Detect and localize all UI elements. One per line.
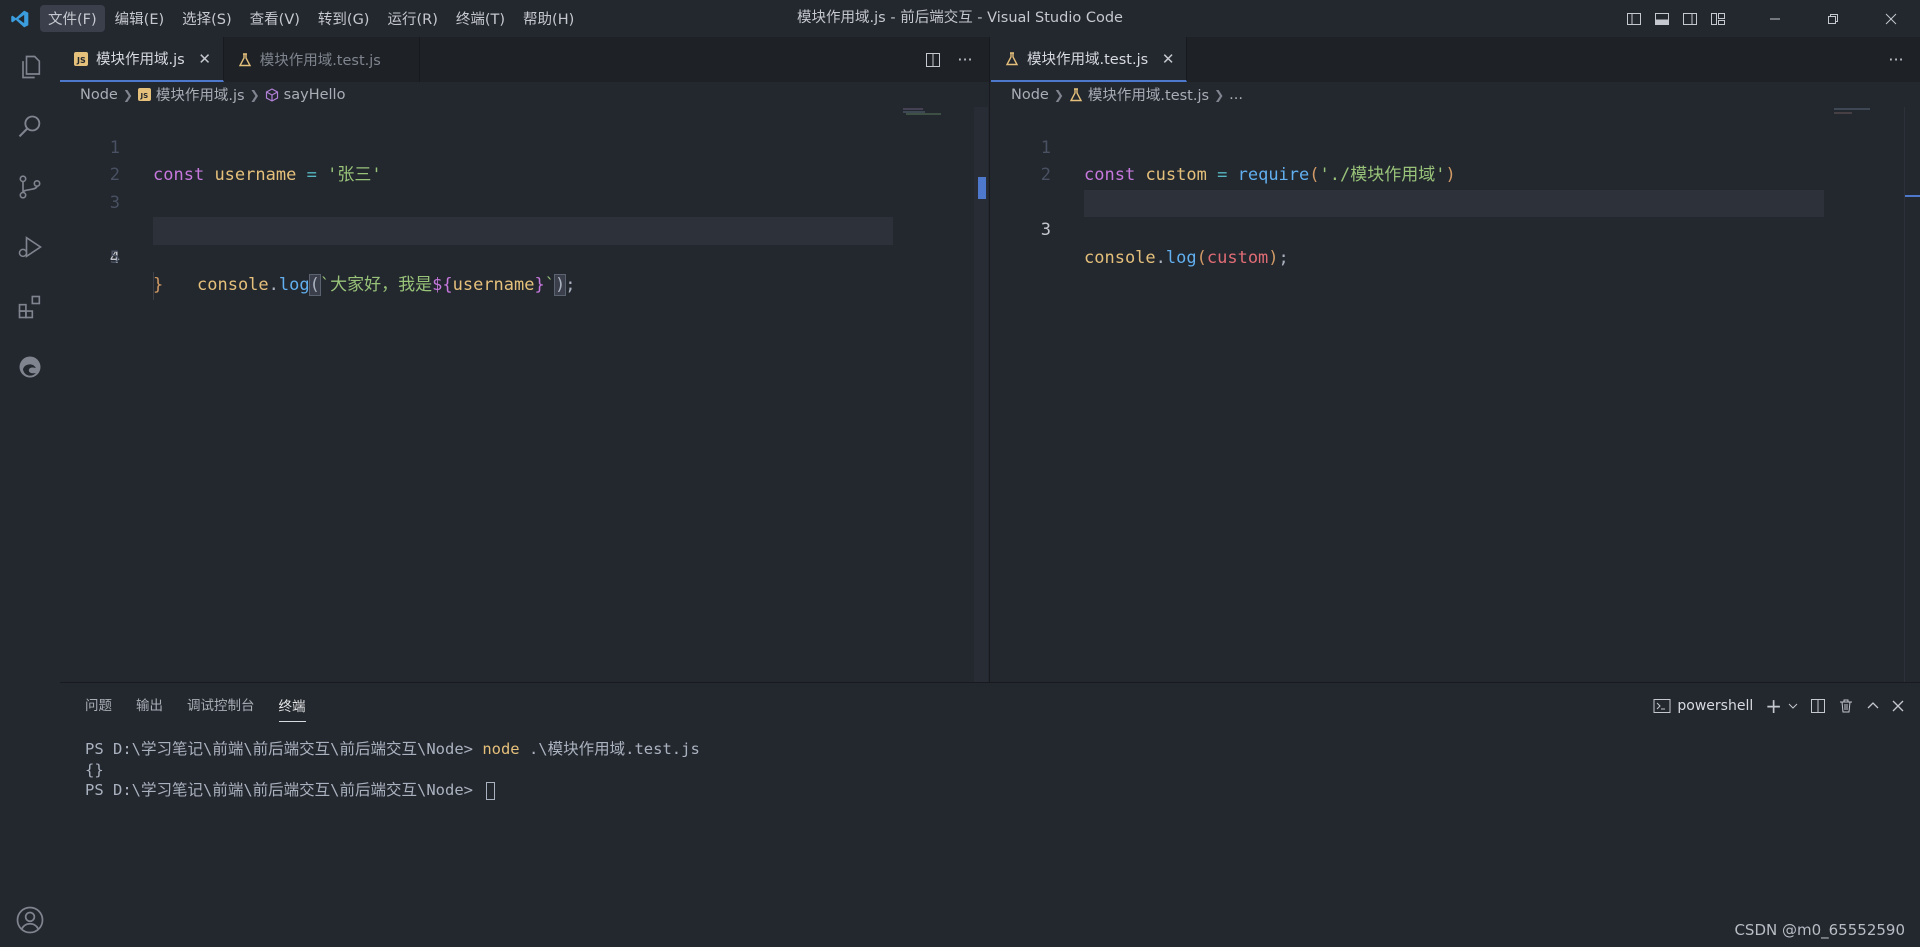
activity-bar <box>0 37 60 947</box>
chevron-right-icon: ❯ <box>1053 87 1064 102</box>
chevron-right-icon: ❯ <box>249 87 260 102</box>
code-line: 5 } <box>60 217 989 296</box>
title-bar: 文件(F) 编辑(E) 选择(S) 查看(V) 转到(G) 运行(R) 终端(T… <box>0 0 1920 37</box>
breadcrumb-more[interactable]: ... <box>1229 87 1243 103</box>
close-panel-icon[interactable] <box>1886 683 1910 729</box>
customize-layout-icon[interactable] <box>1704 0 1732 37</box>
code-line: 2 <box>60 135 989 185</box>
extensions-icon[interactable] <box>0 277 60 337</box>
svg-text:JS: JS <box>139 92 148 100</box>
cube-symbol-icon <box>265 87 279 102</box>
minimap[interactable] <box>1834 107 1894 127</box>
menu-view[interactable]: 查看(V) <box>242 5 308 32</box>
toggle-primary-sidebar-icon[interactable] <box>1620 0 1648 37</box>
run-debug-icon[interactable] <box>0 217 60 277</box>
code-line: 1 const custom = require('./模块作用域') <box>991 107 1920 186</box>
vscode-logo-icon <box>0 0 40 37</box>
search-icon[interactable] <box>0 97 60 157</box>
account-icon[interactable] <box>0 890 60 947</box>
tab-module-scope-test-js[interactable]: 模块作用域.test.js ✕ <box>991 37 1188 82</box>
terminal-cursor <box>486 781 496 800</box>
vertical-scrollbar[interactable] <box>974 107 988 682</box>
panel-tabs: 问题 输出 调试控制台 终端 <box>60 683 1920 729</box>
code-editor[interactable]: 1 const username = '张三' 2 3 function say… <box>60 107 989 300</box>
tab-bar: 模块作用域.test.js ✕ ··· <box>991 37 1920 82</box>
terminal-line: {} <box>85 760 104 779</box>
tab-label: 模块作用域.test.js <box>1027 52 1149 68</box>
code-line: 3 function sayHello() { <box>60 162 989 241</box>
js-file-icon: JS <box>137 88 151 101</box>
watermark: CSDN @m0_65552590 <box>1734 921 1905 939</box>
breadcrumb-symbol[interactable]: sayHello <box>284 87 346 103</box>
trash-icon[interactable] <box>1832 683 1860 729</box>
minimap[interactable] <box>903 107 963 127</box>
code-line-current: 4 console.log(`大家好，我是${username}`); <box>60 190 989 300</box>
breadcrumb-folder[interactable]: Node <box>80 87 118 103</box>
terminal-line: PS D:\学习笔记\前端\前后端交互\前后端交互\Node> node .\模… <box>85 740 700 758</box>
breadcrumb: Node ❯ JS 模块作用域.js ❯ sayHello <box>60 82 989 107</box>
toggle-panel-icon[interactable] <box>1648 0 1676 37</box>
new-terminal-icon[interactable]: + <box>1759 683 1788 729</box>
close-tab-icon[interactable]: ✕ <box>197 50 213 68</box>
line-number: 5 <box>109 247 120 268</box>
restore-icon[interactable] <box>1804 0 1862 37</box>
more-actions-icon[interactable]: ··· <box>1880 37 1912 82</box>
close-tab-icon[interactable]: ✕ <box>393 51 409 69</box>
svg-text:JS: JS <box>76 56 86 65</box>
source-control-icon[interactable] <box>0 157 60 217</box>
breadcrumb: Node ❯ 模块作用域.test.js ❯ ... <box>991 82 1920 107</box>
breadcrumb-file[interactable]: 模块作用域.test.js <box>1088 84 1209 105</box>
menu-edit[interactable]: 编辑(E) <box>107 5 172 32</box>
chevron-down-icon[interactable] <box>1788 683 1804 729</box>
vertical-scrollbar[interactable] <box>1904 107 1920 682</box>
tab-module-scope-test-js[interactable]: 模块作用域.test.js ✕ <box>223 37 420 82</box>
tab-problems[interactable]: 问题 <box>85 683 112 729</box>
split-terminal-icon[interactable] <box>1804 683 1832 729</box>
code-line: 1 const username = '张三' <box>60 107 989 186</box>
tab-debug-console[interactable]: 调试控制台 <box>187 683 255 729</box>
more-actions-icon[interactable]: ··· <box>949 37 981 82</box>
tab-bar: JS 模块作用域.js ✕ 模块作用域.test.js ✕ ··· <box>60 37 989 82</box>
bottom-panel: 问题 输出 调试控制台 终端 powershell + PS D:\学习笔记\前… <box>60 682 1920 947</box>
js-file-icon: JS <box>74 51 88 66</box>
chevron-right-icon: ❯ <box>1214 87 1225 102</box>
menu-file[interactable]: 文件(F) <box>40 5 105 32</box>
code-line-current: 3 console.log(custom); <box>991 162 1920 268</box>
maximize-panel-icon[interactable] <box>1860 683 1886 729</box>
code-line: 2 <box>991 135 1920 185</box>
terminal-name: powershell <box>1677 698 1754 714</box>
tab-module-scope-js[interactable]: JS 模块作用域.js ✕ <box>60 37 224 82</box>
tab-label: 模块作用域.js <box>96 52 185 68</box>
menu-bar: 文件(F) 编辑(E) 选择(S) 查看(V) 转到(G) 运行(R) 终端(T… <box>40 0 584 37</box>
chevron-right-icon: ❯ <box>122 87 133 102</box>
terminal-selector[interactable]: powershell <box>1647 683 1759 729</box>
tab-output[interactable]: 输出 <box>136 683 163 729</box>
close-tab-icon[interactable]: ✕ <box>1160 50 1176 68</box>
minimize-icon[interactable] <box>1746 0 1804 37</box>
terminal-icon <box>1653 699 1671 713</box>
explorer-icon[interactable] <box>0 37 60 97</box>
menu-go[interactable]: 转到(G) <box>310 5 378 32</box>
flask-test-icon <box>1069 87 1083 102</box>
menu-help[interactable]: 帮助(H) <box>515 5 582 32</box>
close-window-icon[interactable] <box>1862 0 1920 37</box>
breadcrumb-file[interactable]: 模块作用域.js <box>156 84 245 105</box>
menu-selection[interactable]: 选择(S) <box>174 5 240 32</box>
code-editor[interactable]: 1 const custom = require('./模块作用域') 2 3 … <box>991 107 1920 268</box>
terminal-output[interactable]: PS D:\学习笔记\前端\前后端交互\前后端交互\Node> node .\模… <box>60 729 1920 801</box>
flask-test-icon <box>238 52 252 67</box>
breadcrumb-folder[interactable]: Node <box>1011 87 1049 103</box>
tab-terminal[interactable]: 终端 <box>278 692 306 722</box>
split-editor-icon[interactable] <box>917 37 949 82</box>
tab-label: 模块作用域.test.js <box>259 53 381 69</box>
toggle-secondary-sidebar-icon[interactable] <box>1676 0 1704 37</box>
line-number: 3 <box>1040 220 1051 240</box>
editor-group-right: 模块作用域.test.js ✕ ··· Node ❯ 模块作用域.test.js… <box>991 37 1920 682</box>
flask-test-icon <box>1005 51 1019 66</box>
edge-browser-icon[interactable] <box>0 337 60 397</box>
menu-terminal[interactable]: 终端(T) <box>448 5 513 32</box>
editor-group-left: JS 模块作用域.js ✕ 模块作用域.test.js ✕ ··· Node ❯… <box>60 37 990 682</box>
menu-run[interactable]: 运行(R) <box>379 5 445 32</box>
terminal-line: PS D:\学习笔记\前端\前后端交互\前后端交互\Node> <box>85 780 1920 801</box>
